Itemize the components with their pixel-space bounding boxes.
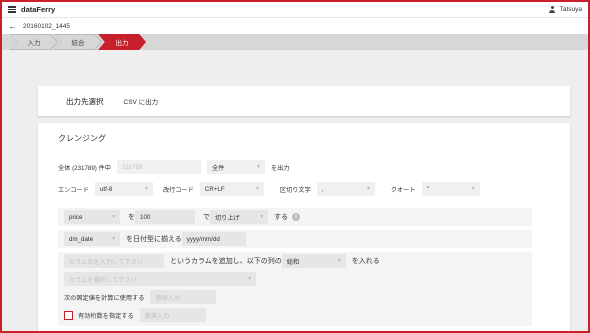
- delim-label: 区切り文字: [279, 186, 311, 194]
- job-bar: ← 20160102_1445: [2, 18, 588, 34]
- total-select[interactable]: 全件: [206, 160, 265, 174]
- newline-select[interactable]: CR+LF: [199, 182, 264, 196]
- quote-select[interactable]: ": [421, 182, 480, 196]
- app-frame: dataFerry Tatsuya ← 20160102_1445 入力 結合 …: [0, 0, 590, 333]
- step-bar: 入力 結合 出力: [2, 34, 588, 50]
- step-join-outline: 結合: [54, 34, 102, 50]
- rule5-checkbox[interactable]: [64, 310, 73, 320]
- output-card: 出力先選択 CSV に出力: [38, 86, 570, 116]
- cleansing-title: クレンジング: [58, 134, 106, 143]
- step-output[interactable]: 出力: [98, 34, 146, 50]
- rule-add-column: カラム名を入力して下さい というカラムを追加し、以下の列の 総和 を入れる カラ…: [58, 252, 532, 326]
- rule2-format-input[interactable]: yyyy/mm/dd: [181, 232, 246, 246]
- rule1-mode-select[interactable]: 切り上げ: [210, 210, 268, 224]
- rule2-op: を日付型に揃える: [126, 236, 182, 243]
- total-suffix: を出力: [270, 164, 290, 172]
- user-menu[interactable]: Tatsuya: [549, 6, 582, 13]
- job-id: 20160102_1445: [23, 22, 70, 30]
- output-label: 出力先選択: [66, 96, 104, 106]
- output-value[interactable]: CSV に出力: [124, 96, 159, 106]
- total-label: 全体 (231789) 件中: [58, 164, 111, 172]
- app-bar: dataFerry Tatsuya: [2, 2, 588, 18]
- rule1-value-input[interactable]: 100: [135, 210, 195, 224]
- step-input-outline: 入力: [10, 34, 58, 50]
- step-join[interactable]: 結合: [55, 35, 101, 49]
- rule5-label: 有効桁数を指定する: [78, 312, 134, 320]
- app-brand: dataFerry: [21, 5, 56, 14]
- rule5-input[interactable]: 数値入力: [139, 308, 206, 322]
- rule4-row: 次の固定値を計算に使用する 数値入力: [64, 288, 526, 306]
- cleansing-card: クレンジング 全体 (231789) 件中 231789 全件 を出力 エンコー…: [38, 123, 570, 331]
- back-arrow-icon[interactable]: ←: [8, 21, 17, 31]
- info-icon[interactable]: i: [292, 213, 300, 221]
- delim-select[interactable]: ,: [316, 182, 375, 196]
- rule3-columns-select[interactable]: カラムを選択して下さい: [64, 272, 256, 286]
- step-input-label: 入力: [27, 40, 41, 47]
- step-join-label: 結合: [71, 40, 85, 47]
- rule-date: dm_date を日付型に揃える yyyy/mm/dd: [58, 230, 532, 248]
- rule3-agg-select[interactable]: 総和: [281, 254, 346, 268]
- rule1-column-select[interactable]: price: [64, 210, 120, 224]
- user-name: Tatsuya: [559, 6, 582, 13]
- menu-icon[interactable]: [8, 6, 16, 13]
- rule3-column-input[interactable]: カラム名を入力して下さい: [64, 254, 164, 268]
- rule2-column-select[interactable]: dm_date: [64, 232, 120, 246]
- rule1-suffix: する: [274, 214, 288, 221]
- rule3-middle: というカラムを追加し、以下の列の: [170, 258, 282, 265]
- step-input[interactable]: 入力: [11, 35, 57, 49]
- total-count-input[interactable]: 231789: [116, 160, 201, 174]
- rule1-op: を: [128, 214, 135, 221]
- encode-select[interactable]: utf-8: [94, 182, 153, 196]
- rule-round: price を 100 で 切り上げ する i: [58, 208, 532, 226]
- encode-label: エンコード: [58, 186, 89, 194]
- rule4-label: 次の固定値を計算に使用する: [64, 294, 145, 302]
- user-icon: [549, 6, 556, 13]
- rule4-input[interactable]: 数値入力: [150, 290, 217, 304]
- rule5-row: 有効桁数を指定する 数値入力: [64, 306, 526, 324]
- total-row: 全体 (231789) 件中 231789 全件 を出力: [58, 158, 554, 176]
- format-row: エンコード utf-8 改行コード CR+LF 区切り文字 , クオート ": [58, 180, 554, 198]
- rule3-suffix: を入れる: [351, 258, 380, 265]
- rule1-de: で: [203, 214, 210, 221]
- newline-label: 改行コード: [162, 186, 194, 194]
- step-output-label: 出力: [115, 40, 129, 47]
- quote-label: クオート: [390, 186, 416, 194]
